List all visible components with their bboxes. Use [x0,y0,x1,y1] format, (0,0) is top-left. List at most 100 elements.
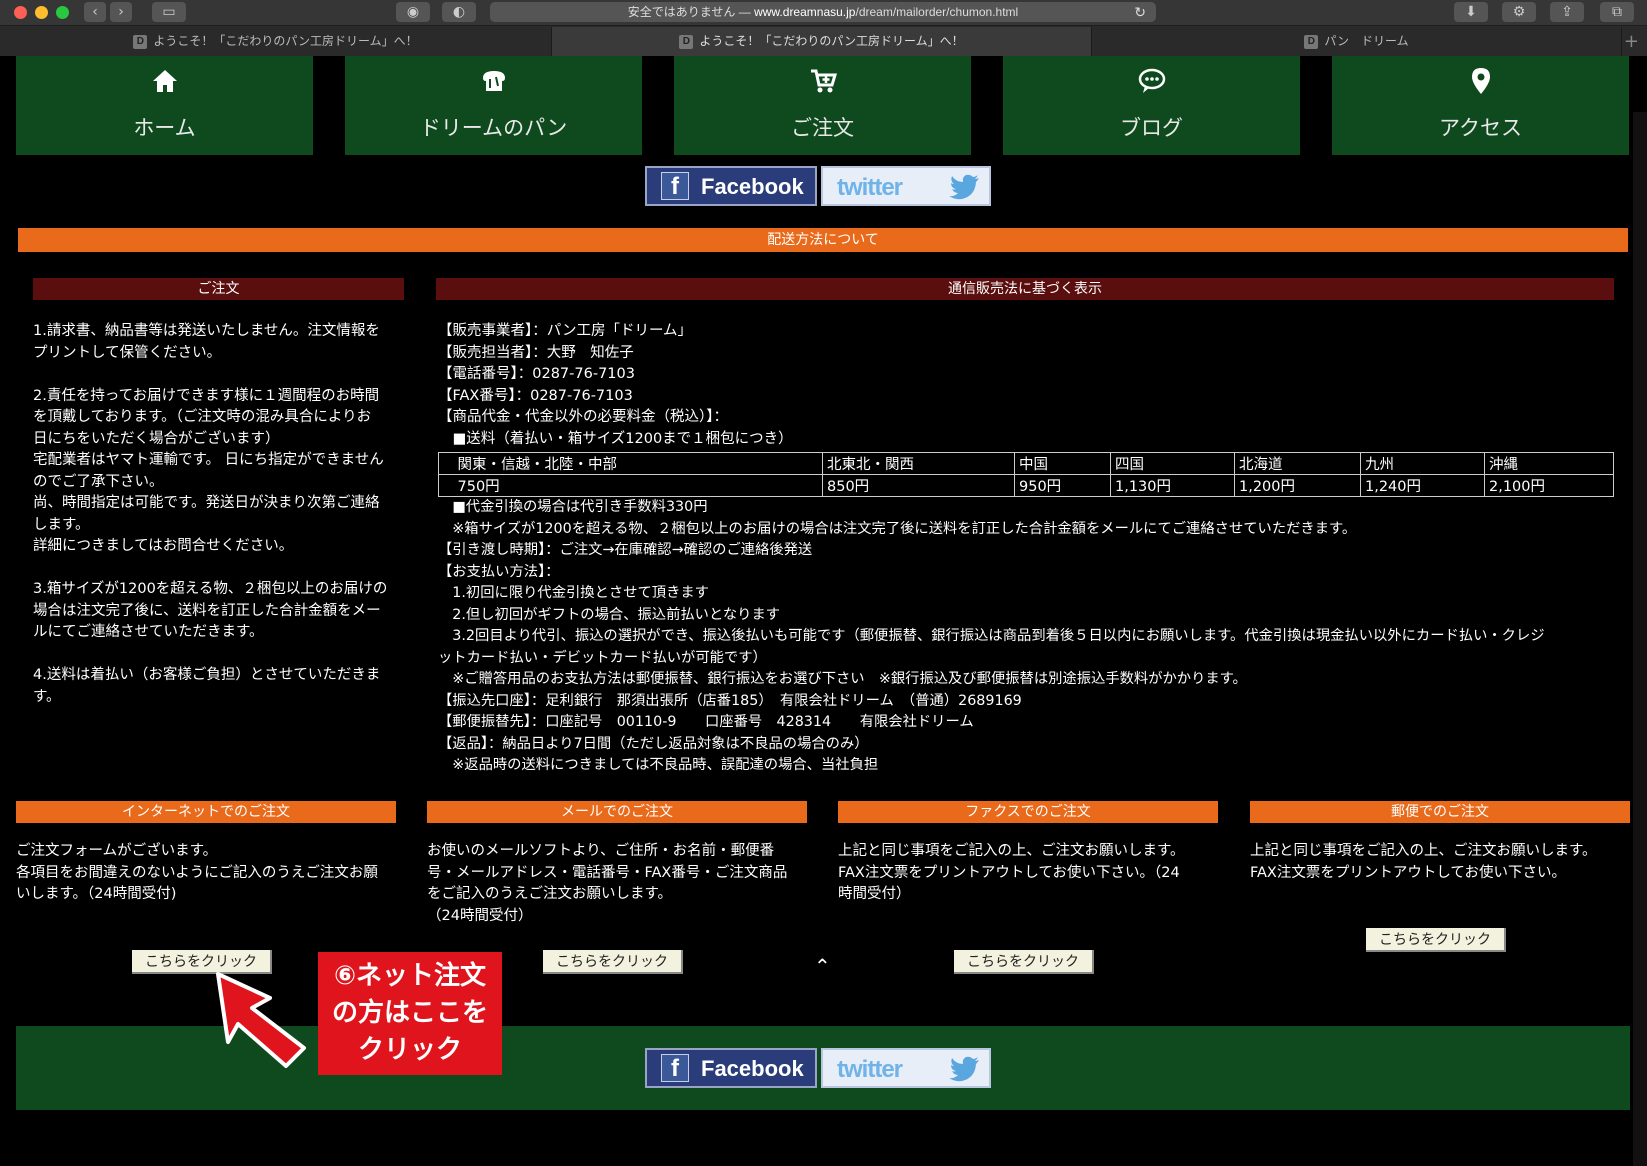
fax-order-header: ファクスでのご注文 [838,801,1218,823]
facebook-button[interactable]: f Facebook [645,1048,817,1088]
legal-header: 通信販売法に基づく表示 [436,278,1614,300]
nav-label: ブログ [1120,116,1183,140]
method-text: お使いのメールソフトより、ご住所・お名前・郵便番 号・メールアドレス・電話番号・… [427,843,788,924]
download-icon[interactable]: ⬇ [1454,2,1488,22]
table-cell: 950円 [1014,474,1111,497]
mail-order-text: お使いのメールソフトより、ご住所・お名前・郵便番 号・メールアドレス・電話番号・… [427,841,817,927]
nav-blog[interactable]: ブログ [1003,56,1300,155]
table-cell: 850円 [822,474,1015,497]
map-pin-icon [1471,68,1490,94]
legal-info-top: 【販売事業者】：パン工房「ドリーム」 【販売担当者】：大野 知佐子 【電話番号】… [438,321,1618,450]
share-icon[interactable]: ⇪ [1550,2,1584,22]
sidebar-icon[interactable]: ▭ [152,2,186,22]
table-row: 750円 850円 950円 1,130円 1,200円 1,240円 2,10… [438,474,1614,497]
shipping-banner: 配送方法について [18,228,1628,252]
fax-order-text: 上記と同じ事項をご記入の上、ご注文お願いします。 FAX注文票をプリントアウトし… [838,841,1228,906]
fax-order-button[interactable]: こちらをクリック [954,950,1094,974]
back-icon[interactable]: ‹ [84,2,106,22]
zoom-window-button[interactable] [56,6,69,19]
minimize-window-button[interactable] [35,6,48,19]
nav-home[interactable]: ホーム [16,56,313,155]
table-cell: 1,200円 [1234,474,1361,497]
postal-order-button[interactable]: こちらをクリック [1366,928,1506,952]
nav-label: アクセス [1439,116,1522,140]
tab-title: ようこそ！「こだわりのパン工房ドリーム」へ！ [699,34,964,48]
facebook-label: Facebook [701,1056,804,1081]
table-cell: 2,100円 [1484,474,1614,497]
nav-label: ホーム [133,116,196,140]
gear-icon[interactable]: ⚙ [1502,2,1536,22]
scroll-to-top-icon[interactable]: ⌃ [814,954,831,978]
order-notes-text: 1.請求書、納品書等は発送いたしません。注文情報を プリントして保管ください。 … [33,323,388,705]
table-cell: 北海道 [1234,452,1361,475]
callout-text: ⑥ネット注文 の方はここを クリック [331,961,488,1065]
postal-order-header: 郵便でのご注文 [1250,801,1630,823]
table-cell: 750円 [438,474,823,497]
favicon-icon: D [679,34,694,49]
mail-order-button[interactable]: こちらをクリック [543,950,683,974]
internet-order-text: ご注文フォームがございます。 各項目をお間違えのないようにご記入のうえご注文お願… [16,841,406,906]
facebook-icon: f [661,172,689,200]
table-cell: 関東・信越・北陸・中部 [438,452,823,475]
table-cell: 中国 [1014,452,1111,475]
order-header: ご注文 [33,278,404,300]
nav-access[interactable]: アクセス [1332,56,1629,155]
table-cell: 1,130円 [1110,474,1235,497]
extension-icon[interactable]: ◉ [396,2,430,22]
address-bar[interactable]: 安全ではありません — www.dreamnasu.jp/dream/mailo… [490,2,1156,22]
tab-1[interactable]: D ようこそ！「こだわりのパン工房ドリーム」へ！ [0,27,552,56]
url-domain: www.dreamnasu.jp [754,5,856,19]
twitter-button[interactable]: twitter [821,166,991,206]
twitter-label: twitter [837,1056,903,1083]
tabs-overview-icon[interactable]: ⧉ [1600,2,1634,22]
reload-icon[interactable]: ↻ [1134,2,1146,22]
nav-label: ご注文 [791,116,854,140]
favicon-icon: D [1304,34,1319,49]
legal-text-bottom: ■代金引換の場合は代引き手数料330円 ※箱サイズが1200を超える物、２梱包以… [438,499,1545,773]
twitter-bird-icon [949,1056,979,1082]
tab-3[interactable]: D パン ドリーム [1092,27,1622,56]
tab-title: パン ドリーム [1324,34,1409,48]
table-cell: 九州 [1360,452,1485,475]
annotation-arrow-icon [216,972,306,1068]
tab-bar: D ようこそ！「こだわりのパン工房ドリーム」へ！ D ようこそ！「こだわりのパン工房… [0,27,1647,56]
tab-2[interactable]: D ようこそ！「こだわりのパン工房ドリーム」へ！ [552,27,1092,56]
facebook-icon: f [661,1054,689,1082]
home-icon [152,70,177,92]
nav-label: ドリームのパン [419,116,568,140]
postal-order-text: 上記と同じ事項をご記入の上、ご注文お願いします。 FAX注文票をプリントアウトし… [1250,841,1640,884]
table-cell: 1,240円 [1360,474,1485,497]
twitter-bird-icon [949,174,979,200]
url-path: /dream/mailorder/chumon.html [855,5,1019,19]
privacy-shield-icon[interactable]: ◐ [442,2,476,22]
facebook-label: Facebook [701,174,804,199]
forward-icon[interactable]: › [110,2,132,22]
method-text: 上記と同じ事項をご記入の上、ご注文お願いします。 FAX注文票をプリントアウトし… [1250,843,1597,881]
chat-icon [1138,68,1165,93]
facebook-button[interactable]: f Facebook [645,166,817,206]
new-tab-icon[interactable]: + [1624,27,1639,56]
legal-text-top: 【販売事業者】：パン工房「ドリーム」 【販売担当者】：大野 知佐子 【電話番号】… [438,323,793,447]
mail-order-header: メールでのご注文 [427,801,807,823]
table-cell: 沖縄 [1484,452,1614,475]
cart-icon [810,69,837,93]
table-row: 関東・信越・北陸・中部 北東北・関西 中国 四国 北海道 九州 沖縄 [438,452,1614,475]
page: ホーム ドリームのパン ご注文 ブログ アクセス f Facebook twitt… [0,56,1647,1166]
url-security-warning: 安全ではありません — [627,5,755,19]
table-cell: 北東北・関西 [822,452,1015,475]
bread-icon [482,71,505,91]
annotation-callout: ⑥ネット注文 の方はここを クリック [318,952,502,1075]
nav-bread[interactable]: ドリームのパン [345,56,642,155]
tab-title: ようこそ！「こだわりのパン工房ドリーム」へ！ [153,34,418,48]
browser-chrome: ‹ › ▭ ◉ ◐ 安全ではありません — www.dreamnasu.jp/d… [0,0,1647,56]
scrollbar[interactable] [1633,112,1647,1166]
method-text: 上記と同じ事項をご記入の上、ご注文お願いします。 FAX注文票をプリントアウトし… [838,843,1185,902]
close-window-button[interactable] [14,6,27,19]
social-links-top: f Facebook twitter [645,166,995,206]
order-notes: 1.請求書、納品書等は発送いたしません。注文情報を プリントして保管ください。 … [33,321,413,708]
twitter-label: twitter [837,174,903,201]
nav-order[interactable]: ご注文 [674,56,971,155]
internet-order-header: インターネットでのご注文 [16,801,396,823]
favicon-icon: D [133,34,148,49]
twitter-button[interactable]: twitter [821,1048,991,1088]
